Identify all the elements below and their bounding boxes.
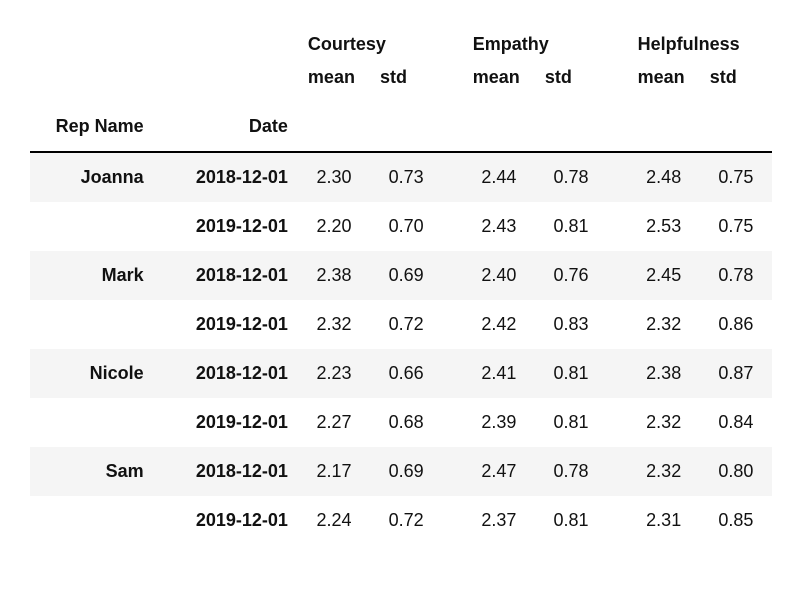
table-body: Joanna 2018-12-01 2.30 0.73 2.44 0.78 2.… bbox=[30, 152, 772, 545]
table-row: Nicole 2018-12-01 2.23 0.66 2.41 0.81 2.… bbox=[30, 349, 772, 398]
value-cell: 2.45 bbox=[628, 251, 700, 300]
value-cell: 2.32 bbox=[628, 447, 700, 496]
value-cell: 0.76 bbox=[535, 251, 607, 300]
stat-header: std bbox=[535, 61, 607, 102]
value-cell: 0.69 bbox=[370, 251, 442, 300]
value-cell: 0.75 bbox=[700, 152, 772, 202]
value-cell: 2.39 bbox=[463, 398, 535, 447]
value-cell: 2.30 bbox=[298, 152, 370, 202]
index-header-row: Rep Name Date bbox=[30, 102, 772, 152]
metric-header: Courtesy bbox=[298, 20, 442, 61]
value-cell: 0.80 bbox=[700, 447, 772, 496]
value-cell: 0.86 bbox=[700, 300, 772, 349]
value-cell: 2.38 bbox=[628, 349, 700, 398]
table-row: 2019-12-01 2.27 0.68 2.39 0.81 2.32 0.84 bbox=[30, 398, 772, 447]
value-cell: 0.66 bbox=[370, 349, 442, 398]
value-cell: 2.42 bbox=[463, 300, 535, 349]
value-cell: 2.38 bbox=[298, 251, 370, 300]
table-row: 2019-12-01 2.32 0.72 2.42 0.83 2.32 0.86 bbox=[30, 300, 772, 349]
stats-table: Courtesy Empathy Helpfulness mean std me… bbox=[30, 20, 772, 545]
metric-header: Helpfulness bbox=[628, 20, 772, 61]
stat-header-row: mean std mean std mean std bbox=[30, 61, 772, 102]
date-cell: 2018-12-01 bbox=[154, 251, 298, 300]
date-cell: 2019-12-01 bbox=[154, 202, 298, 251]
value-cell: 2.43 bbox=[463, 202, 535, 251]
stat-header: mean bbox=[463, 61, 535, 102]
value-cell: 2.37 bbox=[463, 496, 535, 545]
rep-name-cell bbox=[30, 300, 154, 349]
value-cell: 2.32 bbox=[298, 300, 370, 349]
stat-header: mean bbox=[628, 61, 700, 102]
date-cell: 2019-12-01 bbox=[154, 398, 298, 447]
table-row: Sam 2018-12-01 2.17 0.69 2.47 0.78 2.32 … bbox=[30, 447, 772, 496]
value-cell: 2.53 bbox=[628, 202, 700, 251]
rep-name-cell: Joanna bbox=[30, 152, 154, 202]
value-cell: 2.40 bbox=[463, 251, 535, 300]
value-cell: 0.72 bbox=[370, 300, 442, 349]
date-cell: 2018-12-01 bbox=[154, 152, 298, 202]
rep-name-cell: Sam bbox=[30, 447, 154, 496]
value-cell: 0.72 bbox=[370, 496, 442, 545]
rep-name-cell bbox=[30, 496, 154, 545]
value-cell: 0.81 bbox=[535, 398, 607, 447]
value-cell: 2.17 bbox=[298, 447, 370, 496]
value-cell: 0.81 bbox=[535, 202, 607, 251]
value-cell: 0.85 bbox=[700, 496, 772, 545]
metric-header-row: Courtesy Empathy Helpfulness bbox=[30, 20, 772, 61]
value-cell: 2.31 bbox=[628, 496, 700, 545]
value-cell: 0.78 bbox=[700, 251, 772, 300]
value-cell: 2.20 bbox=[298, 202, 370, 251]
stat-header: mean bbox=[298, 61, 370, 102]
value-cell: 2.47 bbox=[463, 447, 535, 496]
value-cell: 2.27 bbox=[298, 398, 370, 447]
value-cell: 0.68 bbox=[370, 398, 442, 447]
table-row: Mark 2018-12-01 2.38 0.69 2.40 0.76 2.45… bbox=[30, 251, 772, 300]
value-cell: 2.23 bbox=[298, 349, 370, 398]
value-cell: 0.81 bbox=[535, 496, 607, 545]
value-cell: 0.78 bbox=[535, 447, 607, 496]
metric-header: Empathy bbox=[463, 20, 607, 61]
value-cell: 2.32 bbox=[628, 398, 700, 447]
table-row: 2019-12-01 2.24 0.72 2.37 0.81 2.31 0.85 bbox=[30, 496, 772, 545]
rep-name-cell bbox=[30, 398, 154, 447]
date-cell: 2019-12-01 bbox=[154, 496, 298, 545]
table-row: 2019-12-01 2.20 0.70 2.43 0.81 2.53 0.75 bbox=[30, 202, 772, 251]
value-cell: 0.78 bbox=[535, 152, 607, 202]
value-cell: 0.70 bbox=[370, 202, 442, 251]
date-cell: 2018-12-01 bbox=[154, 447, 298, 496]
value-cell: 0.84 bbox=[700, 398, 772, 447]
value-cell: 2.24 bbox=[298, 496, 370, 545]
value-cell: 0.69 bbox=[370, 447, 442, 496]
rep-name-cell: Mark bbox=[30, 251, 154, 300]
date-cell: 2019-12-01 bbox=[154, 300, 298, 349]
value-cell: 2.48 bbox=[628, 152, 700, 202]
value-cell: 0.81 bbox=[535, 349, 607, 398]
date-header: Date bbox=[154, 102, 298, 152]
table-row: Joanna 2018-12-01 2.30 0.73 2.44 0.78 2.… bbox=[30, 152, 772, 202]
stat-header: std bbox=[370, 61, 442, 102]
value-cell: 0.75 bbox=[700, 202, 772, 251]
rep-name-header: Rep Name bbox=[30, 102, 154, 152]
rep-name-cell: Nicole bbox=[30, 349, 154, 398]
date-cell: 2018-12-01 bbox=[154, 349, 298, 398]
value-cell: 2.32 bbox=[628, 300, 700, 349]
value-cell: 2.44 bbox=[463, 152, 535, 202]
value-cell: 0.83 bbox=[535, 300, 607, 349]
value-cell: 0.87 bbox=[700, 349, 772, 398]
value-cell: 0.73 bbox=[370, 152, 442, 202]
rep-name-cell bbox=[30, 202, 154, 251]
stat-header: std bbox=[700, 61, 772, 102]
value-cell: 2.41 bbox=[463, 349, 535, 398]
